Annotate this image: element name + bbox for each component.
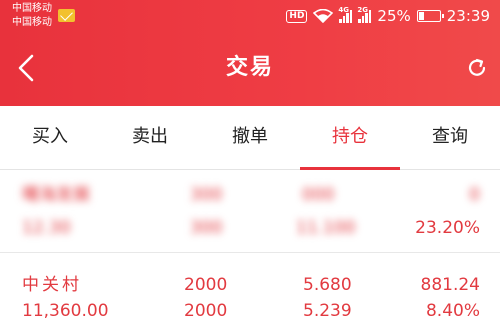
position-row[interactable]: 中关村 11,360.00 2000 2000 5.680 5.239 881.… xyxy=(0,264,500,321)
notification-icon xyxy=(58,9,75,22)
stock-name: 中关村 xyxy=(22,275,82,295)
holding-qty: 300 xyxy=(190,185,223,205)
position-row[interactable]: 曙海发展 12.30 300 300 000 11.100 0 23.20% xyxy=(0,182,500,252)
tab-sell[interactable]: 卖出 xyxy=(100,106,200,169)
carrier-label-2: 中国移动 xyxy=(12,17,52,28)
tab-cancel[interactable]: 撤单 xyxy=(200,106,300,169)
profit-loss: 0 xyxy=(469,185,480,205)
tab-buy[interactable]: 买入 xyxy=(0,106,100,169)
status-bar: 中国移动 中国移动 HD 4G 2G 25% 23:39 xyxy=(0,0,500,32)
hd-icon: HD xyxy=(286,9,308,23)
signal-icon-2: 2G xyxy=(357,6,372,23)
cost-price: 11.100 xyxy=(296,218,356,238)
row-divider xyxy=(0,252,500,253)
cost-price: 5.239 xyxy=(303,301,352,321)
signal-icon-1: 4G xyxy=(338,6,353,23)
app-header: 中国移动 中国移动 HD 4G 2G 25% 23:39 交易 xyxy=(0,0,500,106)
page-title: 交易 xyxy=(225,55,274,80)
tab-query[interactable]: 查询 xyxy=(400,106,500,169)
profit-loss: 881.24 xyxy=(420,275,480,295)
refresh-button[interactable] xyxy=(464,55,490,81)
available-qty: 300 xyxy=(190,218,223,238)
wifi-icon xyxy=(313,9,334,23)
battery-percent: 25% xyxy=(377,7,411,25)
stock-name: 曙海发展 xyxy=(22,185,90,205)
available-qty: 2000 xyxy=(184,301,228,321)
tab-positions[interactable]: 持仓 xyxy=(300,106,400,169)
trade-tabs: 买入 卖出 撤单 持仓 查询 xyxy=(0,106,500,170)
market-value: 12.30 xyxy=(22,218,71,238)
profit-loss-percent: 8.40% xyxy=(425,301,480,321)
current-price: 000 xyxy=(302,185,335,205)
profit-loss-percent: 23.20% xyxy=(415,218,480,238)
market-value: 11,360.00 xyxy=(22,301,109,321)
carrier-label-1: 中国移动 xyxy=(12,3,52,14)
refresh-icon xyxy=(468,58,486,76)
battery-icon xyxy=(416,10,444,22)
holding-qty: 2000 xyxy=(184,275,228,295)
current-price: 5.680 xyxy=(303,275,352,295)
clock: 23:39 xyxy=(446,7,490,25)
status-indicators: HD 4G 2G 25% 23:39 xyxy=(286,6,490,25)
